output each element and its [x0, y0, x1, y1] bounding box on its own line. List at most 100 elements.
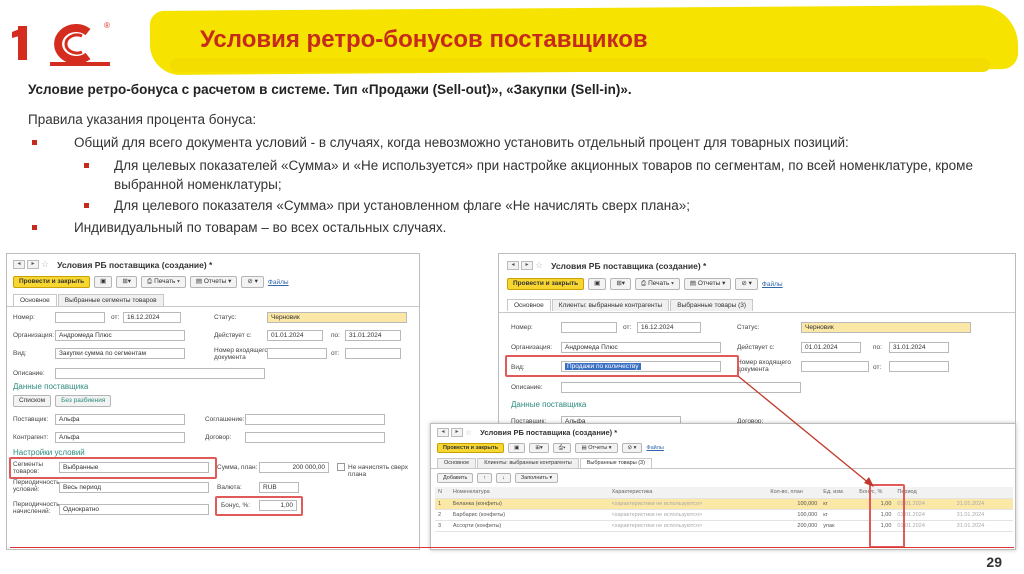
- save-icon[interactable]: ▣: [94, 276, 113, 288]
- row-characteristic[interactable]: <характеристики не используются>: [608, 509, 768, 521]
- attach-icon[interactable]: ⊘ ▾: [241, 276, 264, 288]
- column-unit[interactable]: Ед. изм.: [820, 487, 857, 499]
- valid-from-field[interactable]: 01.01.2024: [267, 330, 323, 341]
- incoming-date-field[interactable]: [889, 361, 949, 372]
- print-icon[interactable]: ⎙▾: [552, 443, 572, 453]
- fill-button[interactable]: Заполнить ▾: [514, 473, 559, 483]
- attach-icon[interactable]: ⊘ ▾: [621, 443, 643, 453]
- kind-field[interactable]: Закупки сумма по сегментам: [55, 348, 185, 359]
- row-qty[interactable]: 100,000: [767, 498, 821, 510]
- date-field[interactable]: 16.12.2024: [123, 312, 181, 323]
- tab-clients[interactable]: Клиенты: выбранные контрагенты: [551, 299, 670, 311]
- period-field[interactable]: Весь период: [59, 482, 209, 493]
- add-row-button[interactable]: Добавить: [437, 473, 474, 483]
- print-button[interactable]: ⎙ Печать ▾: [635, 278, 680, 290]
- row-unit[interactable]: кг: [820, 509, 857, 521]
- incoming-date-field[interactable]: [345, 348, 401, 359]
- reports-button[interactable]: ▤ Отчеты ▾: [683, 278, 732, 290]
- status-field[interactable]: Черновик: [267, 312, 407, 323]
- post-and-close-button[interactable]: Провести и закрыть: [437, 443, 505, 453]
- post-and-close-button[interactable]: Провести и закрыть: [13, 276, 91, 288]
- row-period-to[interactable]: 31.01.2024: [953, 498, 1013, 510]
- tab-selected-goods[interactable]: Выбранные товары (3): [670, 299, 754, 311]
- tabs-divider: [499, 312, 1015, 313]
- row-nomenclature[interactable]: Барбарис (конфеты): [449, 509, 609, 521]
- description-field[interactable]: [561, 382, 801, 393]
- files-link[interactable]: Файлы: [762, 281, 783, 288]
- agreement-field[interactable]: [245, 414, 385, 425]
- star-icon[interactable]: ☆: [41, 259, 49, 270]
- incoming-number-label: Номер входящего документа: [214, 347, 268, 361]
- files-link[interactable]: Файлы: [268, 279, 289, 286]
- save-icon[interactable]: ▣: [588, 278, 607, 290]
- column-qty-plan[interactable]: Кол-во, план: [767, 487, 821, 499]
- save-icon[interactable]: ▣: [508, 443, 526, 453]
- row-unit[interactable]: упак: [820, 520, 857, 532]
- attach-icon[interactable]: ⊘ ▾: [735, 278, 758, 290]
- star-icon[interactable]: ☆: [465, 428, 472, 437]
- forward-arrow-icon[interactable]: ▸: [521, 261, 533, 270]
- create-based-icon[interactable]: ⊞▾: [529, 443, 549, 453]
- tabs-divider: [431, 468, 1015, 469]
- tab-clients[interactable]: Клиенты: выбранные контрагенты: [477, 458, 579, 468]
- tab-selected-goods[interactable]: Выбранные товары (3): [579, 458, 652, 468]
- column-period-to[interactable]: [953, 487, 1013, 499]
- forward-arrow-icon[interactable]: ▸: [451, 428, 463, 437]
- row-characteristic[interactable]: <характеристики не используются>: [608, 498, 768, 510]
- move-down-icon[interactable]: ↓: [496, 473, 511, 483]
- reports-button[interactable]: ▤ Отчеты ▾: [189, 276, 238, 288]
- list-view-button[interactable]: Списком: [13, 395, 52, 407]
- print-button[interactable]: ⎙ Печать ▾: [141, 276, 186, 288]
- tab-main[interactable]: Основное: [437, 458, 477, 468]
- number-field[interactable]: [55, 312, 105, 323]
- row-period-to[interactable]: 31.01.2024: [953, 509, 1013, 521]
- valid-to-field[interactable]: 31.01.2024: [889, 342, 949, 353]
- no-split-button[interactable]: Без разбиения: [55, 395, 112, 407]
- back-arrow-icon[interactable]: ◂: [437, 428, 449, 437]
- incoming-number-field[interactable]: [801, 361, 869, 372]
- accrual-field[interactable]: Однократно: [59, 504, 209, 515]
- plan-field[interactable]: 200 000,00: [259, 462, 329, 473]
- valid-to-field[interactable]: 31.01.2024: [345, 330, 401, 341]
- row-nomenclature[interactable]: Ассорти (конфеты): [449, 520, 609, 532]
- plan-label: Сумма, план:: [217, 464, 258, 471]
- date-field[interactable]: 16.12.2024: [637, 322, 701, 333]
- status-field[interactable]: Черновик: [801, 322, 971, 333]
- counterparty-field[interactable]: Альфа: [55, 432, 185, 443]
- supplier-field[interactable]: Альфа: [55, 414, 185, 425]
- incoming-number-field[interactable]: [267, 348, 327, 359]
- no-over-plan-checkbox[interactable]: [337, 463, 345, 471]
- currency-field[interactable]: RUB: [259, 482, 299, 493]
- tab-main[interactable]: Основное: [507, 299, 551, 311]
- row-qty[interactable]: 200,000: [767, 520, 821, 532]
- contract-field[interactable]: [245, 432, 385, 443]
- number-field[interactable]: [561, 322, 617, 333]
- column-n[interactable]: N: [435, 487, 450, 499]
- column-characteristic[interactable]: Характеристика: [608, 487, 768, 499]
- post-and-close-button[interactable]: Провести и закрыть: [507, 278, 585, 290]
- column-nomenclature[interactable]: Номенклатура: [449, 487, 609, 499]
- table-row[interactable]: 1 Беланка (конфеты) <характеристики не и…: [435, 498, 1013, 510]
- create-based-icon[interactable]: ⊞▾: [610, 278, 632, 290]
- table-row[interactable]: 2 Барбарис (конфеты) <характеристики не …: [435, 509, 1013, 521]
- back-arrow-icon[interactable]: ◂: [507, 261, 519, 270]
- row-nomenclature[interactable]: Беланка (конфеты): [449, 498, 609, 510]
- reports-button[interactable]: ▤ Отчеты ▾: [575, 443, 618, 453]
- tab-main[interactable]: Основное: [13, 294, 57, 306]
- forward-arrow-icon[interactable]: ▸: [27, 260, 39, 269]
- files-link[interactable]: Файлы: [646, 445, 663, 451]
- back-arrow-icon[interactable]: ◂: [13, 260, 25, 269]
- organization-field[interactable]: Андромеда Плюс: [55, 330, 185, 341]
- row-period-to[interactable]: 31.01.2024: [953, 520, 1013, 532]
- table-row[interactable]: 3 Ассорти (конфеты) <характеристики не и…: [435, 520, 1013, 532]
- create-based-icon[interactable]: ⊞▾: [116, 276, 138, 288]
- row-characteristic[interactable]: <характеристики не используются>: [608, 520, 768, 532]
- star-icon[interactable]: ☆: [535, 260, 543, 271]
- organization-field[interactable]: Андромеда Плюс: [561, 342, 721, 353]
- description-field[interactable]: [55, 368, 265, 379]
- row-qty[interactable]: 100,000: [767, 509, 821, 521]
- valid-from-field[interactable]: 01.01.2024: [801, 342, 861, 353]
- tab-selected-segments[interactable]: Выбранные сегменты товаров: [57, 294, 164, 306]
- move-up-icon[interactable]: ↑: [477, 473, 493, 483]
- row-unit[interactable]: кг: [820, 498, 857, 510]
